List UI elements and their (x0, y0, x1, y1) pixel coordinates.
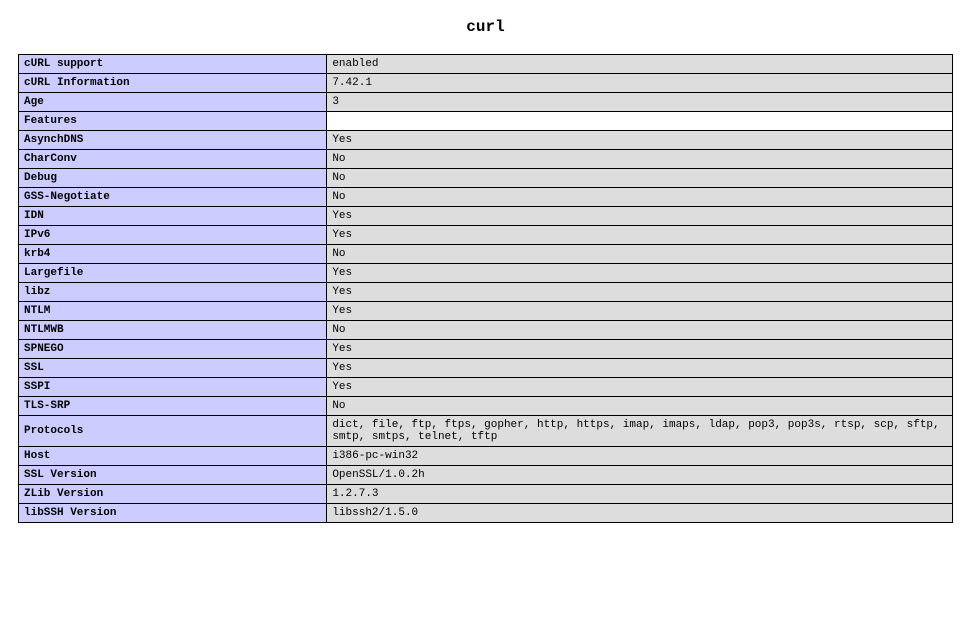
table-row: SSLYes (19, 359, 953, 378)
table-row: SSL VersionOpenSSL/1.0.2h (19, 466, 953, 485)
table-row: libSSH Versionlibssh2/1.5.0 (19, 504, 953, 523)
table-row: GSS-NegotiateNo (19, 188, 953, 207)
row-value: 7.42.1 (327, 74, 953, 93)
row-value: enabled (327, 55, 953, 74)
row-value (327, 112, 953, 131)
row-value: dict, file, ftp, ftps, gopher, http, htt… (327, 416, 953, 447)
row-value: libssh2/1.5.0 (327, 504, 953, 523)
table-row: Age3 (19, 93, 953, 112)
row-label: Host (19, 447, 327, 466)
table-row: IPv6Yes (19, 226, 953, 245)
row-value: Yes (327, 340, 953, 359)
row-value: No (327, 245, 953, 264)
info-table: cURL supportenabledcURL Information7.42.… (18, 54, 953, 523)
row-label: SPNEGO (19, 340, 327, 359)
row-label: SSL (19, 359, 327, 378)
table-row: CharConvNo (19, 150, 953, 169)
row-value: Yes (327, 283, 953, 302)
row-value: No (327, 397, 953, 416)
table-row: NTLMWBNo (19, 321, 953, 340)
table-row: libzYes (19, 283, 953, 302)
row-value: OpenSSL/1.0.2h (327, 466, 953, 485)
row-value: 3 (327, 93, 953, 112)
row-label: IPv6 (19, 226, 327, 245)
table-row: TLS-SRPNo (19, 397, 953, 416)
row-value: Yes (327, 264, 953, 283)
row-label: CharConv (19, 150, 327, 169)
row-label: cURL support (19, 55, 327, 74)
row-label: libSSH Version (19, 504, 327, 523)
row-label: Protocols (19, 416, 327, 447)
row-label: ZLib Version (19, 485, 327, 504)
table-row: LargefileYes (19, 264, 953, 283)
row-label: SSPI (19, 378, 327, 397)
row-label: NTLM (19, 302, 327, 321)
row-label: cURL Information (19, 74, 327, 93)
table-row: DebugNo (19, 169, 953, 188)
row-value: Yes (327, 226, 953, 245)
table-row: IDNYes (19, 207, 953, 226)
row-label: IDN (19, 207, 327, 226)
row-value: No (327, 150, 953, 169)
table-row: Hosti386-pc-win32 (19, 447, 953, 466)
row-label: AsynchDNS (19, 131, 327, 150)
row-value: No (327, 188, 953, 207)
row-label: Age (19, 93, 327, 112)
table-row: Protocolsdict, file, ftp, ftps, gopher, … (19, 416, 953, 447)
row-label: Largefile (19, 264, 327, 283)
row-label: NTLMWB (19, 321, 327, 340)
table-row: ZLib Version1.2.7.3 (19, 485, 953, 504)
row-label: Debug (19, 169, 327, 188)
row-value: Yes (327, 359, 953, 378)
table-row: NTLMYes (19, 302, 953, 321)
row-label: Features (19, 112, 327, 131)
row-value: Yes (327, 302, 953, 321)
table-row: SPNEGOYes (19, 340, 953, 359)
table-row: cURL supportenabled (19, 55, 953, 74)
row-label: TLS-SRP (19, 397, 327, 416)
module-title: curl (10, 18, 961, 36)
table-row: krb4No (19, 245, 953, 264)
row-value: Yes (327, 378, 953, 397)
row-value: No (327, 169, 953, 188)
row-label: libz (19, 283, 327, 302)
row-value: Yes (327, 131, 953, 150)
row-label: GSS-Negotiate (19, 188, 327, 207)
table-row: AsynchDNSYes (19, 131, 953, 150)
row-value: 1.2.7.3 (327, 485, 953, 504)
table-row: cURL Information7.42.1 (19, 74, 953, 93)
table-row: SSPIYes (19, 378, 953, 397)
table-row: Features (19, 112, 953, 131)
row-label: SSL Version (19, 466, 327, 485)
row-label: krb4 (19, 245, 327, 264)
row-value: Yes (327, 207, 953, 226)
row-value: No (327, 321, 953, 340)
row-value: i386-pc-win32 (327, 447, 953, 466)
